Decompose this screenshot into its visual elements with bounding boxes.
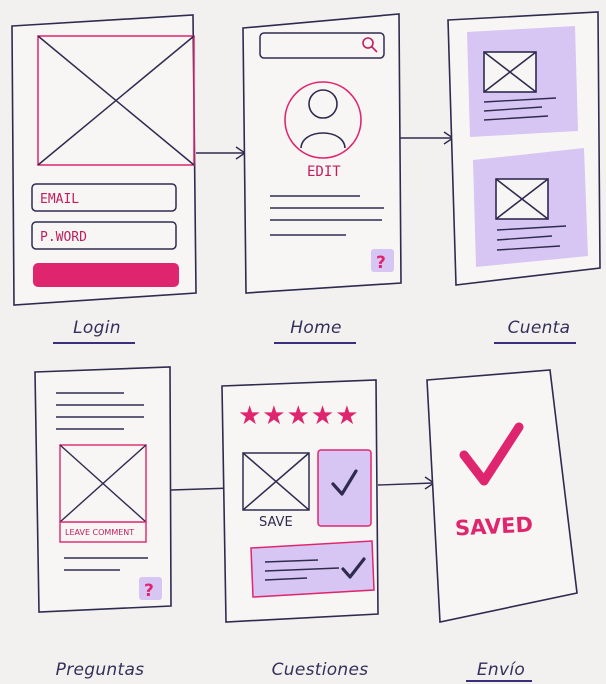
help-icon[interactable]: ? — [139, 577, 162, 601]
caption-envio: Envío — [476, 660, 526, 680]
caption-underline — [274, 342, 356, 344]
caption-cuestiones: Cuestiones — [271, 660, 369, 680]
home-screen: EDIT ? — [242, 13, 402, 294]
cuenta-card — [473, 148, 588, 267]
flow-arrow — [400, 131, 455, 145]
flow-arrow — [377, 476, 436, 490]
caption-home: Home — [290, 318, 342, 338]
login-screen: EMAIL P.WORD — [11, 14, 197, 306]
cuestiones-screen: ★★★★★ SAVE — [221, 379, 379, 623]
checkbox-checked[interactable] — [317, 449, 372, 527]
flow-arrow — [196, 146, 247, 160]
caption-underline — [466, 680, 532, 682]
cuenta-card — [467, 26, 578, 137]
cuenta-screen — [447, 11, 601, 286]
preguntas-screen: LEAVE COMMENT ? — [34, 366, 172, 613]
leave-comment-label[interactable]: LEAVE COMMENT — [65, 528, 134, 537]
login-button[interactable] — [33, 263, 179, 287]
caption-cuenta: Cuenta — [507, 318, 571, 338]
caption-underline — [494, 342, 576, 344]
check-list-row[interactable] — [250, 540, 375, 598]
edit-label[interactable]: EDIT — [307, 164, 341, 180]
save-label[interactable]: SAVE — [259, 515, 293, 530]
caption-underline — [53, 342, 135, 344]
email-field-label: EMAIL — [40, 192, 79, 207]
caption-preguntas: Preguntas — [55, 660, 145, 680]
svg-text:?: ? — [144, 581, 154, 601]
saved-label: SAVED — [454, 513, 533, 541]
rating-stars[interactable]: ★★★★★ — [238, 401, 360, 431]
caption-login: Login — [73, 318, 121, 338]
envio-screen: SAVED — [426, 369, 578, 623]
password-field-label: P.WORD — [40, 230, 87, 245]
svg-text:?: ? — [376, 253, 386, 273]
help-icon[interactable]: ? — [371, 249, 394, 273]
